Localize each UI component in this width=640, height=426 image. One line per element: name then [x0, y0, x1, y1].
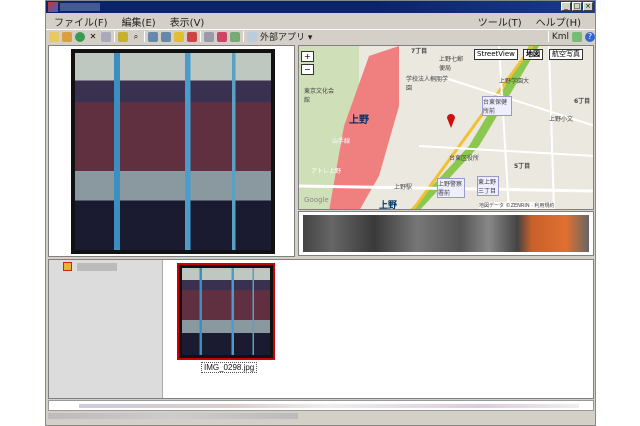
grid-icon[interactable] — [217, 31, 227, 42]
folder-icon — [63, 262, 72, 271]
thumbnail-selected[interactable] — [177, 263, 275, 360]
menu-file[interactable]: ファイル(F) — [54, 14, 108, 29]
browser-pane: IMG_0298.jpg — [48, 259, 594, 399]
info-bar — [48, 400, 594, 411]
window-title — [60, 3, 100, 11]
maximize-button[interactable]: □ — [572, 2, 582, 11]
menu-help[interactable]: ヘルプ(H) — [536, 14, 581, 29]
status-bar — [48, 413, 298, 419]
zoom-icon[interactable] — [247, 31, 257, 42]
menu-tools[interactable]: ツール(T) — [478, 14, 522, 29]
paste-icon[interactable] — [161, 31, 171, 42]
app-icon — [48, 2, 58, 12]
menu-edit[interactable]: 編集(E) — [122, 14, 156, 29]
search-icon[interactable]: ⌕ — [131, 32, 141, 42]
minimize-button[interactable]: _ — [561, 2, 571, 11]
close-button[interactable]: × — [583, 2, 593, 11]
refresh-icon[interactable] — [230, 31, 240, 42]
photo-preview-pane — [48, 45, 295, 257]
delete-icon[interactable]: ✕ — [88, 32, 98, 42]
photo-preview — [71, 49, 275, 254]
export-icon[interactable] — [572, 31, 582, 42]
folder-label[interactable] — [77, 263, 117, 271]
thumbnail-filename[interactable]: IMG_0298.jpg — [201, 362, 258, 373]
kml-button[interactable]: Kml — [552, 32, 569, 42]
copy-icon[interactable] — [148, 31, 158, 42]
title-bar: _ □ × — [46, 1, 595, 13]
view-mode-icon[interactable] — [204, 31, 214, 42]
app-window: _ □ × ファイル(F) 編集(E) 表示(V) ツール(T) ヘルプ(H) … — [45, 0, 596, 426]
zoom-in-button[interactable]: + — [301, 51, 314, 62]
map-pin-icon — [447, 114, 455, 128]
edit-icon[interactable] — [187, 31, 197, 42]
open-folder-icon[interactable] — [49, 31, 59, 42]
help-icon[interactable]: ? — [585, 31, 595, 42]
folder-tree[interactable] — [49, 260, 163, 398]
toolbar: ✕ ⌕ 外部アプリ ▾ Kml ? — [46, 29, 595, 43]
menu-view[interactable]: 表示(V) — [170, 14, 205, 29]
print-icon[interactable] — [101, 31, 111, 42]
globe-icon[interactable] — [75, 31, 85, 42]
rename-icon[interactable] — [174, 31, 184, 42]
streetview-button[interactable]: StreetView — [474, 49, 518, 60]
open-icon[interactable] — [62, 31, 72, 42]
street-view-strip — [298, 211, 594, 256]
menu-bar: ファイル(F) 編集(E) 表示(V) ツール(T) ヘルプ(H) — [46, 13, 595, 29]
satellite-tab[interactable]: 航空写真 — [549, 49, 583, 60]
map-tab[interactable]: 地図 — [523, 49, 543, 60]
external-apps-button[interactable]: 外部アプリ ▾ — [260, 30, 312, 43]
zoom-out-button[interactable]: − — [301, 64, 314, 75]
tag-icon[interactable] — [118, 31, 128, 42]
map-pane[interactable]: + − StreetView 地図 航空写真 上野 東京文化会館 学校法人桐朋学… — [298, 45, 594, 210]
